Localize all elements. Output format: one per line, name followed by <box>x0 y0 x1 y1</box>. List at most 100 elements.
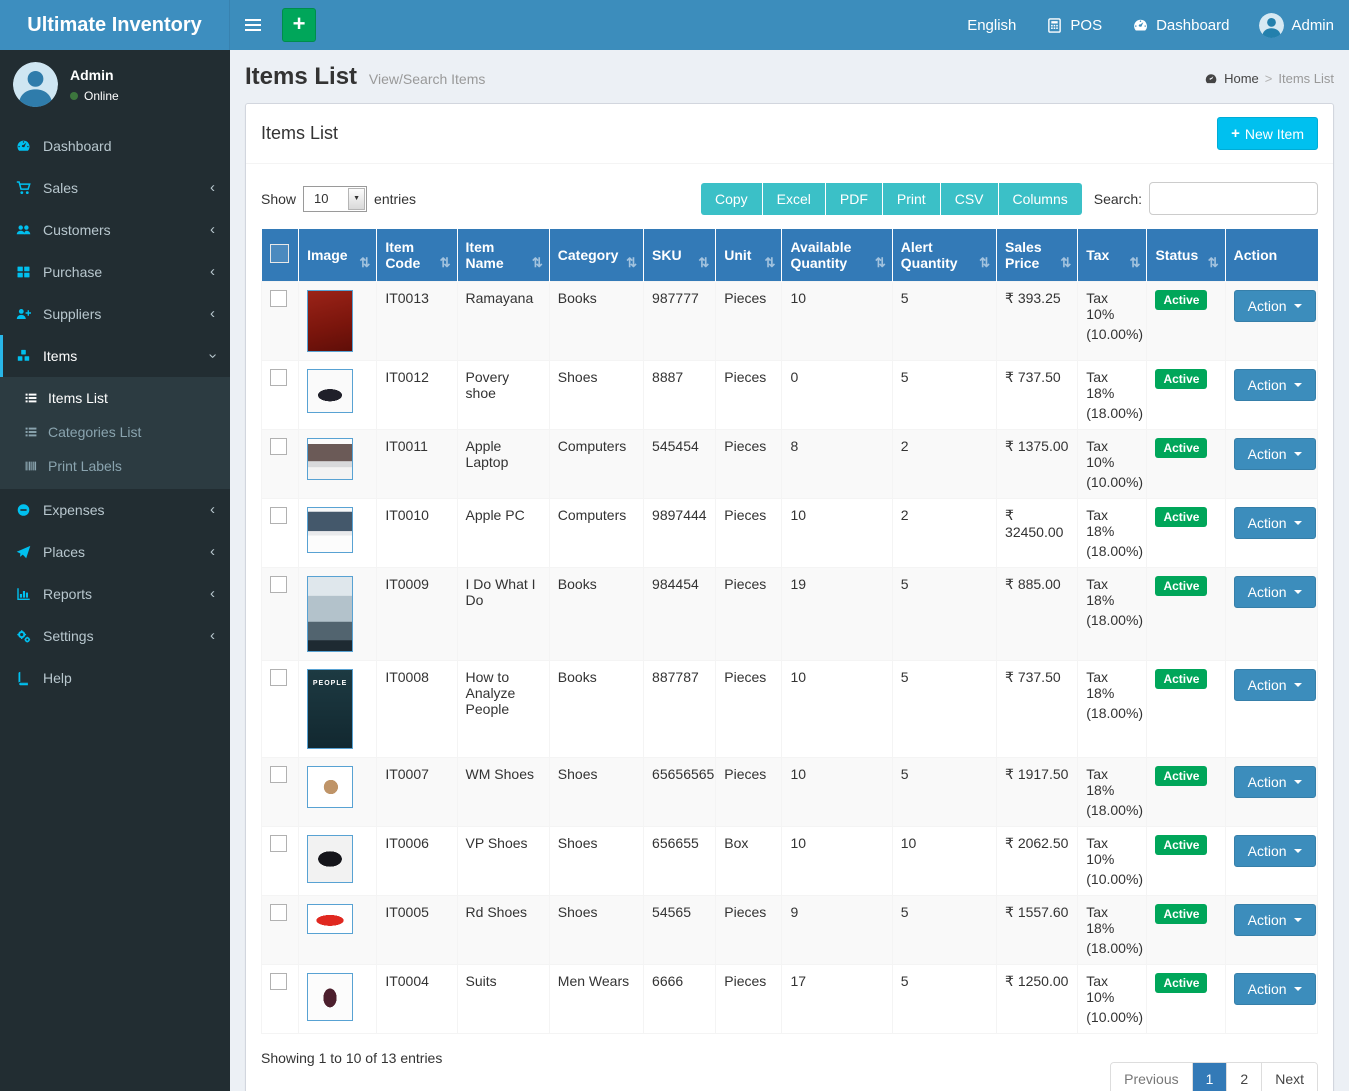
chevron-left-icon: ‹ <box>210 225 215 235</box>
row-checkbox[interactable] <box>270 835 287 852</box>
sidebar-item-reports[interactable]: Reports ‹ <box>0 573 230 615</box>
search-input[interactable] <box>1149 182 1318 215</box>
row-checkbox[interactable] <box>270 766 287 783</box>
sort-icon[interactable]: ⇅ <box>1208 255 1219 271</box>
column-header-alert-quantity[interactable]: Alert Quantity⇅ <box>892 229 996 282</box>
select-all-checkbox[interactable] <box>270 244 289 263</box>
sidebar-subitem-print-labels[interactable]: Print Labels <box>0 449 230 483</box>
action-button[interactable]: Action <box>1234 507 1316 539</box>
row-checkbox[interactable] <box>270 576 287 593</box>
quick-add-button[interactable]: + <box>282 8 316 42</box>
sidebar-item-expenses[interactable]: Expenses ‹ <box>0 489 230 531</box>
export-excel-button[interactable]: Excel <box>763 183 826 215</box>
action-button[interactable]: Action <box>1234 369 1316 401</box>
export-pdf-button[interactable]: PDF <box>826 183 883 215</box>
export-csv-button[interactable]: CSV <box>941 183 999 215</box>
sidebar-item-places[interactable]: Places ‹ <box>0 531 230 573</box>
row-checkbox[interactable] <box>270 369 287 386</box>
action-button[interactable]: Action <box>1234 904 1316 936</box>
column-header-category[interactable]: Category⇅ <box>549 229 643 282</box>
sidebar-item-customers[interactable]: Customers ‹ <box>0 209 230 251</box>
sort-icon[interactable]: ⇅ <box>359 255 370 271</box>
item-available-qty-cell: 8 <box>782 430 892 499</box>
breadcrumb-home[interactable]: Home <box>1224 71 1259 86</box>
user-menu[interactable]: Admin <box>1244 0 1349 50</box>
sort-icon[interactable]: ⇅ <box>532 255 543 271</box>
row-checkbox[interactable] <box>270 904 287 921</box>
column-header-sales-price[interactable]: Sales Price⇅ <box>997 229 1078 282</box>
sidebar-item-purchase[interactable]: Purchase ‹ <box>0 251 230 293</box>
row-checkbox[interactable] <box>270 438 287 455</box>
entries-label: entries <box>374 191 416 207</box>
row-checkbox[interactable] <box>270 973 287 990</box>
action-button[interactable]: Action <box>1234 973 1316 1005</box>
column-header-status[interactable]: Status⇅ <box>1147 229 1225 282</box>
item-action-cell: Action <box>1225 430 1317 499</box>
item-code-cell: IT0011 <box>377 430 457 499</box>
pos-link[interactable]: POS <box>1031 0 1117 50</box>
row-select-cell <box>262 568 299 661</box>
user-avatar-icon <box>1259 13 1284 38</box>
cubes-icon <box>15 348 32 364</box>
page-next-button[interactable]: Next <box>1262 1063 1317 1091</box>
entries-select[interactable]: 10 ▼ <box>303 186 367 212</box>
action-button[interactable]: Action <box>1234 576 1316 608</box>
sort-icon[interactable]: ⇅ <box>1060 255 1071 271</box>
column-header-image[interactable]: Image⇅ <box>299 229 377 282</box>
sidebar-item-settings[interactable]: Settings ‹ <box>0 615 230 657</box>
column-header-item-name[interactable]: Item Name⇅ <box>457 229 549 282</box>
export-columns-button[interactable]: Columns <box>999 183 1082 215</box>
sidebar-item-dashboard[interactable]: Dashboard <box>0 125 230 167</box>
pagination: Previous12Next <box>1110 1062 1318 1091</box>
item-image-cell <box>299 282 377 361</box>
pos-label: POS <box>1070 17 1102 34</box>
app-logo[interactable]: Ultimate Inventory <box>0 0 230 50</box>
sort-icon[interactable]: ⇅ <box>626 255 637 271</box>
sort-icon[interactable]: ⇅ <box>875 255 886 271</box>
item-alert-qty-cell: 5 <box>892 758 996 827</box>
action-button[interactable]: Action <box>1234 669 1316 701</box>
action-button[interactable]: Action <box>1234 438 1316 470</box>
export-copy-button[interactable]: Copy <box>701 183 763 215</box>
sidebar-user-status[interactable]: Online <box>70 89 119 103</box>
users-icon <box>15 222 32 238</box>
item-unit-cell: Pieces <box>716 282 782 361</box>
row-checkbox[interactable] <box>270 507 287 524</box>
column-header-unit[interactable]: Unit⇅ <box>716 229 782 282</box>
sidebar-item-items[interactable]: Items ‹ <box>0 335 230 377</box>
sidebar-item-help[interactable]: Help <box>0 657 230 699</box>
sidebar-subitem-categories-list[interactable]: Categories List <box>0 415 230 449</box>
language-menu[interactable]: English <box>952 0 1031 50</box>
sidebar-item-suppliers[interactable]: Suppliers ‹ <box>0 293 230 335</box>
page-1-button[interactable]: 1 <box>1193 1063 1228 1091</box>
sort-icon[interactable]: ⇅ <box>440 255 451 271</box>
item-available-qty-cell: 0 <box>782 361 892 430</box>
column-header-sku[interactable]: SKU⇅ <box>644 229 716 282</box>
item-category-cell: Books <box>549 568 643 661</box>
column-header-tax[interactable]: Tax⇅ <box>1078 229 1147 282</box>
sort-icon[interactable]: ⇅ <box>1130 255 1141 271</box>
row-checkbox[interactable] <box>270 669 287 686</box>
column-header-available-quantity[interactable]: Available Quantity⇅ <box>782 229 892 282</box>
sidebar-subitem-items-list[interactable]: Items List <box>0 381 230 415</box>
item-sales-price-cell: ₹ 885.00 <box>997 568 1078 661</box>
select-all-header <box>262 229 299 282</box>
status-badge: Active <box>1155 766 1207 786</box>
action-button[interactable]: Action <box>1234 766 1316 798</box>
items-submenu: Items List Categories List <box>0 377 230 489</box>
sidebar-item-sales[interactable]: Sales ‹ <box>0 167 230 209</box>
page-2-button[interactable]: 2 <box>1227 1063 1262 1091</box>
new-item-button[interactable]: + New Item <box>1217 117 1318 150</box>
page-previous-button[interactable]: Previous <box>1111 1063 1192 1091</box>
export-print-button[interactable]: Print <box>883 183 941 215</box>
sort-icon[interactable]: ⇅ <box>765 255 776 271</box>
row-select-cell <box>262 661 299 758</box>
action-button[interactable]: Action <box>1234 290 1316 322</box>
sort-icon[interactable]: ⇅ <box>979 255 990 271</box>
column-header-item-code[interactable]: Item Code⇅ <box>377 229 457 282</box>
action-button[interactable]: Action <box>1234 835 1316 867</box>
row-checkbox[interactable] <box>270 290 287 307</box>
sidebar-toggle-button[interactable] <box>230 0 276 50</box>
sort-icon[interactable]: ⇅ <box>698 255 709 271</box>
dashboard-link[interactable]: Dashboard <box>1117 0 1244 50</box>
